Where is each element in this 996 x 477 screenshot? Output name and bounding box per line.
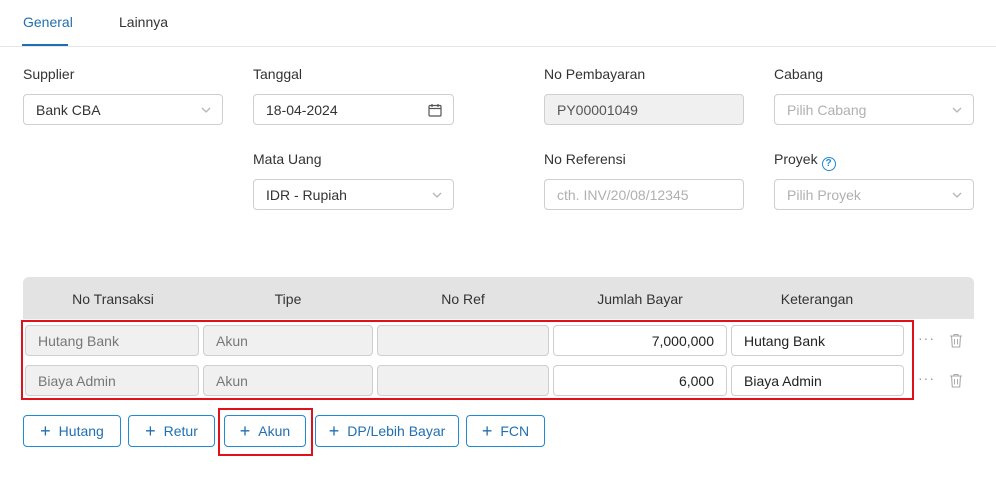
cabang-placeholder: Pilih Cabang: [787, 101, 867, 118]
column-header-no-ref: No Ref: [441, 291, 485, 307]
cabang-select[interactable]: Pilih Cabang: [774, 94, 974, 125]
cabang-label: Cabang: [774, 66, 824, 82]
mata-uang-select[interactable]: IDR - Rupiah: [253, 179, 454, 210]
trash-icon[interactable]: [949, 333, 963, 348]
tanggal-date-input[interactable]: 18-04-2024: [253, 94, 454, 125]
add-hutang-button[interactable]: + Hutang: [23, 415, 121, 447]
rows-highlight-box: [21, 320, 914, 400]
trash-icon[interactable]: [949, 373, 963, 388]
plus-icon: +: [481, 421, 493, 441]
add-fcn-label: FCN: [500, 423, 530, 439]
column-header-keterangan: Keterangan: [780, 291, 854, 307]
tab-bar: General Lainnya: [0, 0, 996, 47]
no-pembayaran-field: PY00001049: [544, 94, 744, 125]
column-header-no-transaksi: No Transaksi: [72, 291, 154, 307]
add-retur-button[interactable]: + Retur: [128, 415, 215, 447]
supplier-value: Bank CBA: [36, 101, 101, 118]
more-horizontal-icon[interactable]: ···: [918, 370, 935, 386]
proyek-placeholder: Pilih Proyek: [787, 186, 861, 203]
no-referensi-input[interactable]: cth. INV/20/08/12345: [544, 179, 744, 210]
supplier-label: Supplier: [23, 66, 75, 82]
mata-uang-value: IDR - Rupiah: [266, 186, 347, 203]
akun-button-highlight-box: [218, 408, 313, 456]
chevron-down-icon: [201, 107, 211, 113]
table-header: No Transaksi Tipe No Ref Jumlah Bayar Ke…: [23, 277, 974, 319]
tanggal-value: 18-04-2024: [266, 101, 338, 118]
active-tab-indicator: [22, 44, 68, 46]
add-fcn-button[interactable]: + FCN: [466, 415, 545, 447]
plus-icon: +: [40, 421, 51, 441]
plus-icon: +: [328, 421, 340, 441]
supplier-select[interactable]: Bank CBA: [23, 94, 223, 125]
tanggal-label: Tanggal: [253, 66, 303, 82]
column-header-tipe: Tipe: [274, 291, 302, 307]
no-referensi-placeholder: cth. INV/20/08/12345: [557, 186, 689, 203]
column-header-jumlah-bayar: Jumlah Bayar: [597, 291, 683, 307]
plus-icon: +: [145, 421, 156, 441]
tab-lainnya[interactable]: Lainnya: [119, 14, 168, 30]
add-retur-label: Retur: [163, 423, 198, 439]
proyek-select[interactable]: Pilih Proyek: [774, 179, 974, 210]
more-horizontal-icon[interactable]: ···: [918, 330, 935, 346]
add-dp-lebih-bayar-button[interactable]: + DP/Lebih Bayar: [315, 415, 459, 447]
tab-general[interactable]: General: [23, 14, 73, 30]
question-circle-icon[interactable]: ?: [821, 157, 836, 171]
chevron-down-icon: [952, 107, 962, 113]
no-referensi-label: No Referensi: [544, 151, 626, 167]
proyek-label: Proyek: [774, 151, 818, 167]
chevron-down-icon: [432, 192, 442, 198]
mata-uang-label: Mata Uang: [253, 151, 322, 167]
proyek-label-group: Proyek?: [774, 151, 836, 171]
add-hutang-label: Hutang: [58, 423, 104, 439]
no-pembayaran-label: No Pembayaran: [544, 66, 646, 82]
add-dp-lebih-bayar-label: DP/Lebih Bayar: [347, 423, 446, 439]
no-pembayaran-value: PY00001049: [557, 101, 638, 118]
chevron-down-icon: [952, 192, 962, 198]
calendar-icon[interactable]: [428, 103, 442, 117]
